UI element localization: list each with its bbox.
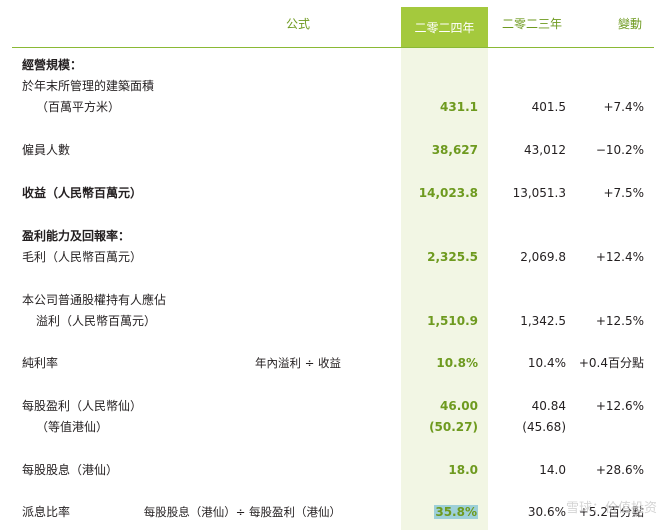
row-label-employees: 僱員人數 xyxy=(22,143,71,157)
header-divider xyxy=(12,47,654,48)
value-2024-net-margin: 10.8% xyxy=(436,356,478,370)
change-gross-profit: +12.4% xyxy=(595,250,644,264)
formula-payout: 每股股息（港仙）÷ 每股盈利（港仙） xyxy=(143,505,341,519)
value-2024-dps: 18.0 xyxy=(448,463,478,477)
change-dps: +28.6% xyxy=(595,463,644,477)
formula-net-margin: 年內溢利 ÷ 收益 xyxy=(255,356,341,370)
row-label-gfa: 於年末所管理的建築面積 xyxy=(22,79,155,93)
value-2024-eps-hk: (50.27) xyxy=(429,420,478,434)
value-2023-net-margin: 10.4% xyxy=(527,356,566,370)
value-2024-eps: 46.00 xyxy=(440,399,478,413)
value-2024-gross-profit: 2,325.5 xyxy=(427,250,478,264)
change-net-margin: +0.4百分點 xyxy=(578,356,644,370)
value-2023-net-profit: 1,342.5 xyxy=(520,314,566,328)
value-2023-gross-profit: 2,069.8 xyxy=(520,250,566,264)
header-change: 變動 xyxy=(617,17,642,31)
header-formula: 公式 xyxy=(285,17,310,31)
value-2023-eps: 40.84 xyxy=(531,399,566,413)
row-label-net-profit-unit: 溢利（人民幣百萬元） xyxy=(36,314,157,328)
value-2023-revenue: 13,051.3 xyxy=(512,186,566,200)
row-label-net-profit: 本公司普通股權持有人應佔 xyxy=(22,293,167,307)
change-gfa: +7.4% xyxy=(603,100,644,114)
selection-highlight: 35.8% xyxy=(434,505,478,519)
change-eps: +12.6% xyxy=(595,399,644,413)
row-label-payout: 派息比率 xyxy=(22,505,71,519)
change-revenue: +7.5% xyxy=(603,186,644,200)
header-year-2024: 二零二四年 xyxy=(401,7,488,47)
row-label-dps: 每股股息（港仙） xyxy=(22,463,119,477)
value-2023-payout: 30.6% xyxy=(527,505,566,519)
value-2023-employees: 43,012 xyxy=(524,143,566,157)
watermark: 雪球：价值投资 xyxy=(565,501,657,516)
change-net-profit: +12.5% xyxy=(595,314,644,328)
value-2023-dps: 14.0 xyxy=(539,463,566,477)
value-2024-employees: 38,627 xyxy=(431,143,478,157)
header-year-2023: 二零二三年 xyxy=(501,17,562,31)
value-2024-gfa: 431.1 xyxy=(440,100,478,114)
value-2023-gfa: 401.5 xyxy=(531,100,566,114)
row-label-eps-hk: （等值港仙） xyxy=(36,420,109,434)
change-employees: −10.2% xyxy=(595,143,644,157)
value-2024-payout: 35.8% xyxy=(434,504,478,521)
value-2024-revenue: 14,023.8 xyxy=(418,186,478,200)
value-2024-net-profit: 1,510.9 xyxy=(427,314,478,328)
row-label-net-margin: 純利率 xyxy=(22,356,59,370)
row-label-revenue: 收益（人民幣百萬元） xyxy=(22,186,143,200)
section-title-scale: 經營規模： xyxy=(22,58,83,72)
row-label-gross-profit: 毛利（人民幣百萬元） xyxy=(22,250,143,264)
section-title-profitability: 盈利能力及回報率： xyxy=(22,229,131,243)
row-label-gfa-unit: （百萬平方米） xyxy=(36,100,121,114)
row-label-eps: 每股盈利（人民幣仙） xyxy=(22,399,143,413)
highlight-column-2024 xyxy=(401,47,488,530)
value-2023-eps-hk: (45.68) xyxy=(522,420,566,434)
